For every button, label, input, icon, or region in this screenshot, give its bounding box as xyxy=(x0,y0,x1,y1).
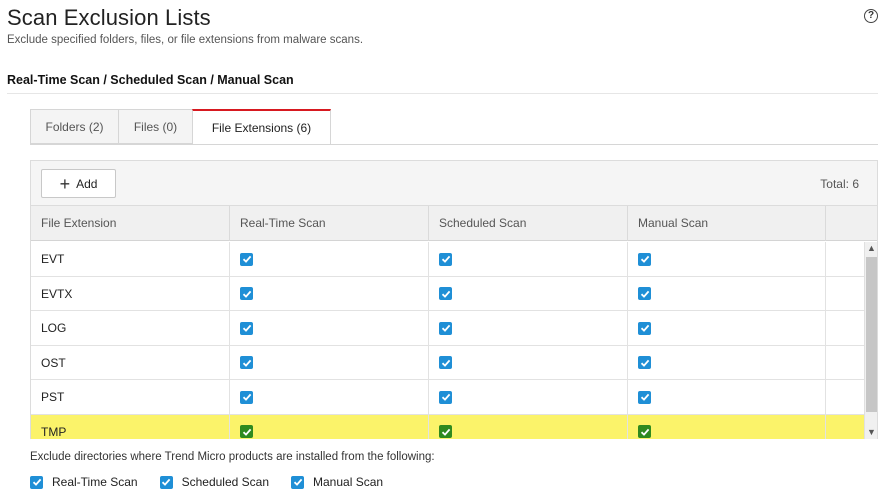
table-toolbar: + Add Total: 6 xyxy=(31,161,877,206)
option-scheduled-label: Scheduled Scan xyxy=(181,475,269,489)
help-icon[interactable]: ? xyxy=(864,9,878,23)
column-header-scheduled-scan[interactable]: Scheduled Scan xyxy=(429,206,628,241)
trend-micro-exclusion-note: Exclude directories where Trend Micro pr… xyxy=(30,451,435,463)
tab-folders[interactable]: Folders (2) xyxy=(30,109,118,144)
realtime-cell xyxy=(230,276,429,311)
realtime-cell xyxy=(230,311,429,345)
plus-icon: + xyxy=(59,173,71,194)
realtime-checkbox[interactable] xyxy=(240,252,253,266)
option-manual-checkbox[interactable] xyxy=(291,475,304,489)
scroll-down-icon[interactable]: ▼ xyxy=(865,426,878,439)
extensions-panel: + Add Total: 6 File Extension Real-Time … xyxy=(30,160,878,439)
manual-checkbox[interactable] xyxy=(638,425,651,438)
extension-cell: LOG xyxy=(31,311,230,345)
scheduled-cell xyxy=(429,276,628,311)
exclusion-tabs: Folders (2) Files (0) File Extensions (6… xyxy=(30,109,331,145)
tabs-divider xyxy=(30,144,878,145)
row-spacer xyxy=(826,346,864,380)
manual-cell xyxy=(628,311,826,345)
scheduled-checkbox[interactable] xyxy=(439,390,452,404)
scroll-up-icon[interactable]: ▲ xyxy=(865,242,878,255)
column-header-realtime-scan[interactable]: Real-Time Scan xyxy=(230,206,429,241)
page-subtitle: Exclude specified folders, files, or fil… xyxy=(7,34,364,46)
section-title: Real-Time Scan / Scheduled Scan / Manual… xyxy=(7,73,294,87)
scheduled-cell xyxy=(429,345,628,380)
table-row: PST xyxy=(31,380,864,415)
option-realtime-checkbox[interactable] xyxy=(30,475,43,489)
manual-cell xyxy=(628,345,826,380)
row-spacer xyxy=(826,277,864,311)
column-header-file-extension[interactable]: File Extension xyxy=(31,206,230,241)
add-button-label: Add xyxy=(76,176,98,191)
add-button[interactable]: + Add xyxy=(41,169,116,198)
manual-checkbox[interactable] xyxy=(638,321,651,335)
option-realtime-label: Real-Time Scan xyxy=(52,475,138,489)
option-manual-scan[interactable]: Manual Scan xyxy=(291,475,383,489)
realtime-checkbox[interactable] xyxy=(240,287,253,300)
manual-cell xyxy=(628,242,826,276)
manual-cell xyxy=(628,276,826,311)
option-manual-label: Manual Scan xyxy=(313,475,384,489)
table-header: File Extension Real-Time Scan Scheduled … xyxy=(31,206,877,241)
realtime-checkbox[interactable] xyxy=(240,390,253,404)
realtime-cell xyxy=(230,242,429,276)
scan-exclusion-page: Scan Exclusion Lists Exclude specified f… xyxy=(0,0,883,493)
scheduled-cell xyxy=(429,414,628,439)
tab-files[interactable]: Files (0) xyxy=(118,109,192,144)
column-header-manual-scan[interactable]: Manual Scan xyxy=(628,206,826,241)
row-spacer xyxy=(826,415,847,440)
scroll-thumb[interactable] xyxy=(866,257,877,412)
row-spacer xyxy=(826,311,864,345)
table-row-highlighted: TMP xyxy=(31,414,864,440)
scheduled-checkbox[interactable] xyxy=(439,425,452,438)
scheduled-checkbox[interactable] xyxy=(439,321,452,335)
tab-file-extensions[interactable]: File Extensions (6) xyxy=(192,109,331,145)
manual-cell xyxy=(628,414,826,439)
realtime-checkbox[interactable] xyxy=(240,425,253,438)
table-row: LOG xyxy=(31,311,864,346)
scheduled-cell xyxy=(429,380,628,414)
extension-cell: TMP xyxy=(31,414,230,439)
extension-cell: EVT xyxy=(31,242,230,276)
table-row: EVT xyxy=(31,242,864,277)
extension-cell: EVTX xyxy=(31,276,230,311)
trend-micro-exclusion-options: Real-Time Scan Scheduled Scan Manual Sca… xyxy=(30,475,405,489)
manual-cell xyxy=(628,380,826,414)
section-divider xyxy=(7,93,878,94)
extension-cell: PST xyxy=(31,380,230,414)
scheduled-cell xyxy=(429,242,628,276)
manual-checkbox[interactable] xyxy=(638,390,651,404)
realtime-cell xyxy=(230,380,429,414)
manual-checkbox[interactable] xyxy=(638,356,651,369)
table-row: EVTX xyxy=(31,276,864,311)
option-scheduled-scan[interactable]: Scheduled Scan xyxy=(159,475,269,489)
column-header-spacer xyxy=(826,206,877,241)
realtime-checkbox[interactable] xyxy=(240,321,253,335)
option-realtime-scan[interactable]: Real-Time Scan xyxy=(30,475,138,489)
realtime-cell xyxy=(230,345,429,380)
scheduled-cell xyxy=(429,311,628,345)
realtime-cell xyxy=(230,414,429,439)
realtime-checkbox[interactable] xyxy=(240,356,253,369)
row-spacer xyxy=(826,242,864,276)
table-body: EVT EVTX LOG OST PST TMP xyxy=(31,242,864,439)
scheduled-checkbox[interactable] xyxy=(439,287,452,300)
scheduled-checkbox[interactable] xyxy=(439,252,452,266)
row-spacer xyxy=(826,380,864,414)
manual-checkbox[interactable] xyxy=(638,287,651,300)
option-scheduled-checkbox[interactable] xyxy=(159,475,173,489)
table-row: OST xyxy=(31,345,864,380)
total-count: Total: 6 xyxy=(820,177,859,191)
manual-checkbox[interactable] xyxy=(638,252,651,266)
extension-cell: OST xyxy=(31,345,230,380)
table-scrollbar[interactable]: ▲ ▼ xyxy=(864,242,877,439)
page-title: Scan Exclusion Lists xyxy=(7,5,211,30)
scheduled-checkbox[interactable] xyxy=(439,356,452,369)
